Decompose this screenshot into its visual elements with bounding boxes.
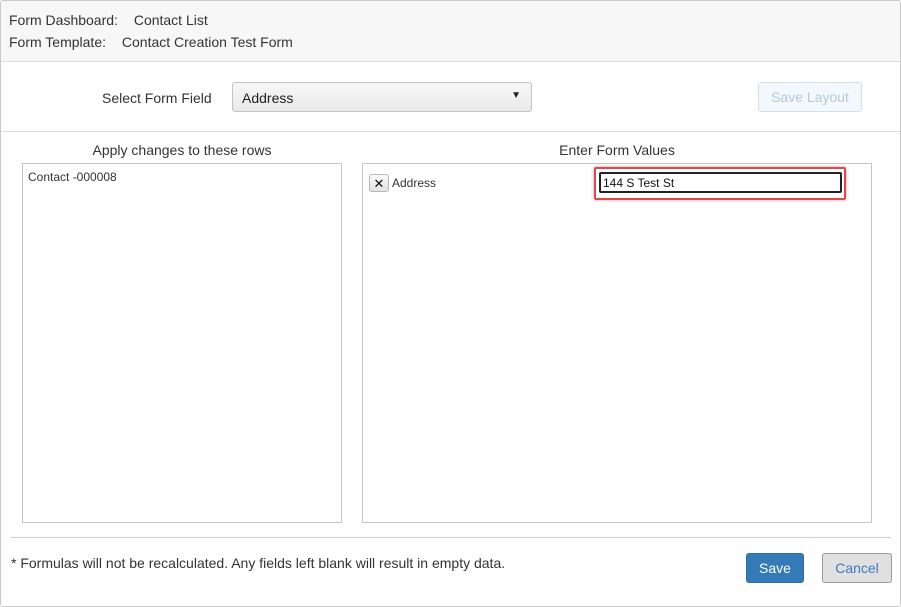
list-item[interactable]: Contact -000008: [28, 170, 117, 184]
select-form-field-label: Select Form Field: [102, 90, 212, 106]
form-template-label: Form Template:: [9, 34, 106, 50]
save-button[interactable]: Save: [746, 553, 804, 583]
address-value-input[interactable]: [599, 172, 842, 193]
caret-down-icon: ▼: [511, 90, 521, 101]
dialog-header: Form Dashboard: Contact List Form Templa…: [1, 1, 900, 62]
form-dashboard-value: Contact List: [133, 12, 208, 28]
form-field-select[interactable]: Address ▼: [232, 82, 532, 112]
values-panel-title: Enter Form Values: [559, 142, 675, 158]
form-template-value: Contact Creation Test Form: [121, 34, 293, 50]
form-values-panel: ✕ Address: [362, 163, 872, 523]
footer-note: * Formulas will not be recalculated. Any…: [11, 555, 506, 571]
rows-list[interactable]: Contact -000008: [22, 163, 342, 523]
form-dashboard-line: Form Dashboard: Contact List: [9, 12, 208, 28]
bulk-edit-dialog: Form Dashboard: Contact List Form Templa…: [0, 0, 901, 607]
form-dashboard-label: Form Dashboard:: [9, 12, 118, 28]
save-layout-button[interactable]: Save Layout: [758, 82, 862, 112]
field-label-address: Address: [392, 176, 437, 190]
divider: [1, 131, 900, 132]
cancel-button[interactable]: Cancel: [822, 553, 892, 583]
form-field-selected-value: Address: [242, 90, 294, 106]
close-icon: ✕: [373, 176, 385, 191]
remove-field-button[interactable]: ✕: [369, 174, 389, 192]
rows-panel-title: Apply changes to these rows: [92, 142, 272, 158]
footer-divider: [11, 537, 891, 538]
form-template-line: Form Template: Contact Creation Test For…: [9, 34, 293, 50]
